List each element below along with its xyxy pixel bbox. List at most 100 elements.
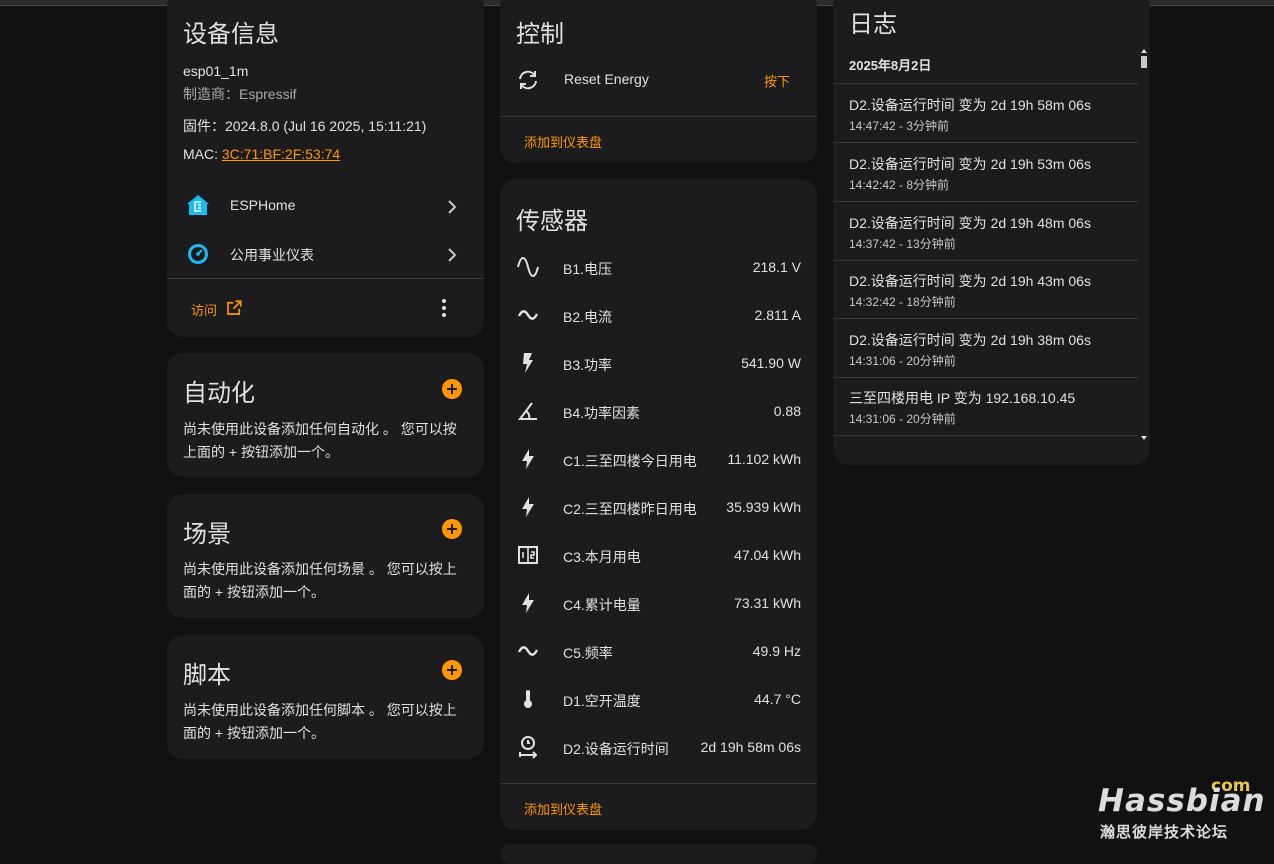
controls-title: 控制	[516, 21, 564, 48]
sensor-row[interactable]: C1.三至四楼今日用电 11.102 kWh	[500, 443, 817, 475]
hassbian-watermark: com Hassbian 瀚思彼岸技术论坛	[1098, 776, 1265, 841]
device-firmware: 固件：2024.8.0 (Jul 16 2025, 15:11:21)	[183, 118, 427, 134]
device-model: esp01_1m	[183, 63, 249, 79]
log-entry[interactable]: D2.设备运行时间 变为 2d 19h 53m 06s 14:42:42 - 8…	[833, 143, 1138, 202]
sensors-title: 传感器	[516, 208, 588, 235]
sensor-name: D1.空开温度	[563, 693, 641, 709]
script-title: 脚本	[183, 662, 231, 689]
sensor-value: 541.90 W	[741, 355, 801, 371]
integration-label: 公用事业仪表	[230, 247, 314, 263]
utility-meter-icon	[188, 244, 208, 264]
scroll-up-icon[interactable]	[1141, 48, 1147, 54]
add-automation-icon[interactable]	[442, 379, 462, 399]
sensor-value: 218.1 V	[752, 259, 801, 275]
sensor-value: 2d 19h 58m 06s	[700, 739, 801, 755]
scroll-down-icon[interactable]	[1141, 435, 1147, 441]
card-divider	[500, 116, 817, 117]
meter-icon	[518, 546, 538, 564]
integration-esphome[interactable]: ESPHome	[167, 186, 484, 226]
log-message: D2.设备运行时间 变为 2d 19h 43m 06s	[849, 273, 1091, 289]
sensor-name: B3.功率	[563, 357, 613, 373]
watermark-subtitle: 瀚思彼岸技术论坛	[1100, 824, 1229, 841]
script-desc-line1: 尚未使用此设备添加任何脚本 。 您可以按上	[183, 702, 457, 718]
chevron-right-icon	[448, 200, 457, 214]
log-time: 14:42:42 - 8分钟前	[849, 178, 950, 192]
log-entry[interactable]: 三至四楼用电 IP 变为 192.168.10.45 14:31:06 - 20…	[833, 377, 1138, 436]
sensor-value: 44.7 °C	[754, 691, 801, 707]
scene-title: 场景	[183, 521, 231, 548]
script-card: 脚本 尚未使用此设备添加任何脚本 。 您可以按上 面的 + 按钮添加一个。	[167, 635, 484, 759]
log-message: D2.设备运行时间 变为 2d 19h 58m 06s	[849, 97, 1091, 113]
chevron-right-icon	[448, 248, 457, 262]
scrollbar-thumb[interactable]	[1141, 56, 1147, 68]
press-button[interactable]: 按下	[764, 71, 790, 90]
log-entry[interactable]: D2.设备运行时间 变为 2d 19h 48m 06s 14:37:42 - 1…	[833, 202, 1138, 261]
sensor-name: B4.功率因素	[563, 405, 641, 421]
integration-utility-meter[interactable]: 公用事业仪表	[167, 234, 484, 274]
visit-button[interactable]: 访问	[183, 295, 253, 321]
next-card-edge	[500, 844, 817, 864]
sensor-row[interactable]: B2.电流 2.811 A	[500, 299, 817, 331]
sensor-row[interactable]: D1.空开温度 44.7 °C	[500, 683, 817, 715]
control-name: Reset Energy	[564, 71, 649, 87]
automation-title: 自动化	[183, 380, 255, 407]
sensor-row[interactable]: B3.功率 541.90 W	[500, 347, 817, 379]
log-time: 14:31:06 - 20分钟前	[849, 354, 956, 368]
log-entry[interactable]: D2.设备运行时间 变为 2d 19h 38m 06s 14:31:06 - 2…	[833, 319, 1138, 378]
logbook-date: 2025年8月2日	[849, 58, 932, 73]
sensor-value: 11.102 kWh	[727, 451, 801, 467]
sensor-row[interactable]: C4.累计电量 73.31 kWh	[500, 587, 817, 619]
add-script-icon[interactable]	[442, 660, 462, 680]
watermark-brand: Hassbian	[1098, 783, 1266, 819]
log-message: 三至四楼用电 IP 变为 192.168.10.45	[849, 390, 1076, 406]
sensor-row[interactable]: D2.设备运行时间 2d 19h 58m 06s	[500, 731, 817, 763]
log-time: 14:37:42 - 13分钟前	[849, 237, 956, 251]
script-desc-line2: 面的 + 按钮添加一个。	[183, 725, 325, 741]
sensor-row[interactable]: C5.频率 49.9 Hz	[500, 635, 817, 667]
lightning-icon	[522, 449, 534, 469]
timer-icon	[519, 736, 538, 759]
sensor-value: 47.04 kWh	[734, 547, 801, 563]
mac-label: MAC:	[183, 146, 222, 162]
sensor-value: 35.939 kWh	[726, 499, 801, 515]
log-message: D2.设备运行时间 变为 2d 19h 38m 06s	[849, 332, 1091, 348]
sensor-name: C4.累计电量	[563, 597, 641, 613]
logbook-card: 日志 2025年8月2日 D2.设备运行时间 变为 2d 19h 58m 06s…	[833, 0, 1150, 465]
restart-icon	[519, 70, 537, 90]
automation-desc-line2: 上面的 + 按钮添加一个。	[183, 444, 339, 460]
flash-icon	[523, 353, 533, 373]
angle-icon	[518, 402, 537, 420]
sensor-name: C2.三至四楼昨日用电	[563, 501, 697, 517]
log-entry[interactable]: D2.设备运行时间 变为 2d 19h 58m 06s 14:47:42 - 3…	[833, 84, 1138, 143]
more-vert-icon[interactable]	[432, 296, 456, 320]
integration-label: ESPHome	[230, 197, 296, 213]
logbook-scrollbar[interactable]	[1138, 48, 1150, 443]
sensor-value: 2.811 A	[754, 307, 801, 323]
mac-link[interactable]: 3C:71:BF:2F:53:74	[222, 146, 340, 162]
log-time: 14:47:42 - 3分钟前	[849, 119, 950, 133]
sensor-row[interactable]: B1.电压 218.1 V	[500, 251, 817, 283]
sensor-name: B1.电压	[563, 261, 613, 277]
esphome-icon	[187, 195, 209, 215]
automation-card: 自动化 尚未使用此设备添加任何自动化 。 您可以按 上面的 + 按钮添加一个。	[167, 353, 484, 477]
sensor-value: 0.88	[773, 403, 801, 419]
sensors-card: 传感器 B1.电压 218.1 V B2.电流 2.811 A B3.功率 54…	[500, 179, 817, 830]
log-time: 14:32:42 - 18分钟前	[849, 295, 956, 309]
sine-wave-icon	[517, 257, 539, 277]
device-manufacturer: 制造商：Espressif	[183, 86, 297, 102]
logbook-title: 日志	[849, 11, 897, 38]
sensor-row[interactable]: C2.三至四楼昨日用电 35.939 kWh	[500, 491, 817, 523]
log-entry[interactable]: D2.设备运行时间 变为 2d 19h 43m 06s 14:32:42 - 1…	[833, 260, 1138, 319]
sensor-row[interactable]: C3.本月用电 47.04 kWh	[500, 539, 817, 571]
open-in-new-icon	[227, 300, 242, 315]
card-divider	[500, 783, 817, 784]
log-message: D2.设备运行时间 变为 2d 19h 48m 06s	[849, 215, 1091, 231]
sensor-name: B2.电流	[563, 309, 613, 325]
add-scene-icon[interactable]	[442, 519, 462, 539]
sensor-row[interactable]: B4.功率因素 0.88	[500, 395, 817, 427]
visit-label: 访问	[191, 303, 218, 318]
scene-desc-line1: 尚未使用此设备添加任何场景 。 您可以按上	[183, 561, 457, 577]
add-to-dashboard-button[interactable]: 添加到仪表盘	[524, 132, 602, 151]
sensor-value: 49.9 Hz	[752, 643, 801, 659]
add-to-dashboard-button[interactable]: 添加到仪表盘	[524, 799, 602, 818]
